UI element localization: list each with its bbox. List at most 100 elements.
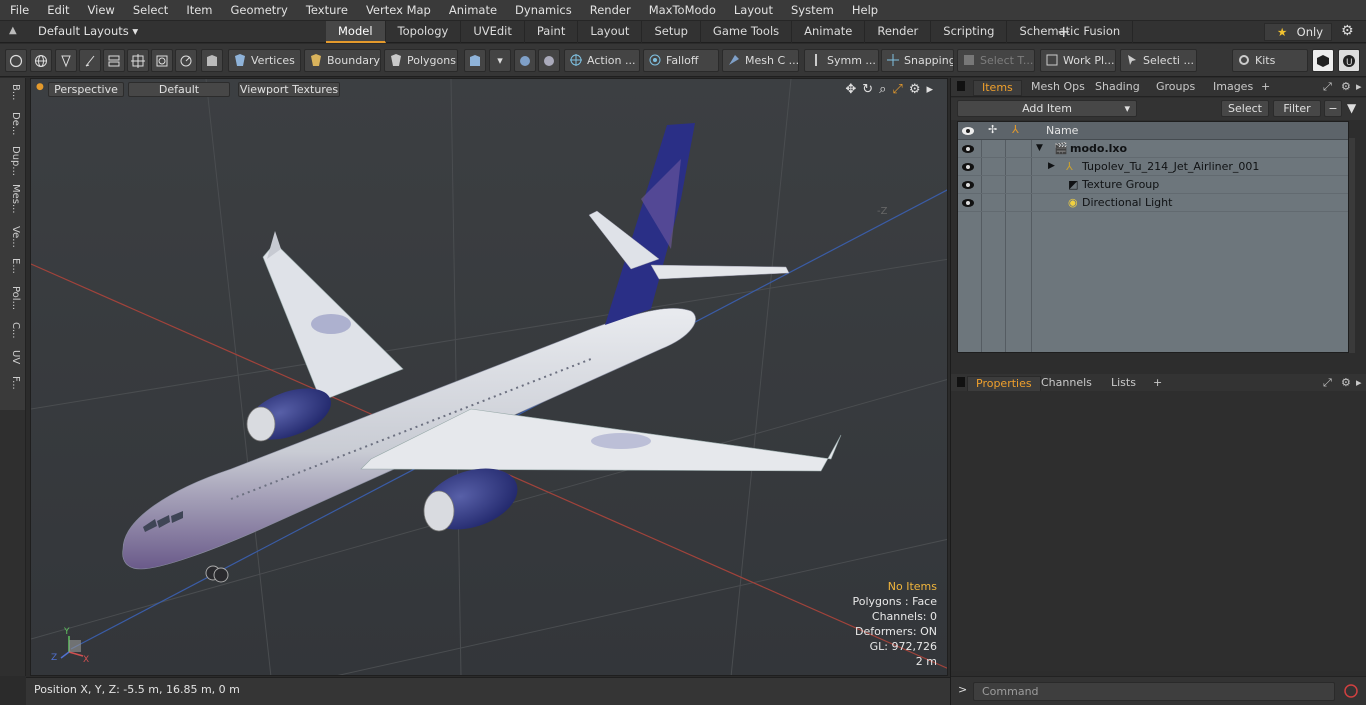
layout-up-icon[interactable]: ▲ — [9, 25, 21, 37]
filter-funnel-icon[interactable]: ▼ — [1347, 101, 1356, 115]
move-grid-icon[interactable] — [127, 49, 149, 72]
collapse-icon[interactable]: − — [1324, 100, 1342, 117]
menu-layout[interactable]: Layout — [724, 0, 781, 21]
strip-tab-fusion[interactable]: F... — [5, 376, 21, 390]
strip-tab-edge[interactable]: E... — [5, 258, 21, 274]
tab-images[interactable]: Images — [1213, 80, 1253, 93]
menu-system[interactable]: System — [781, 0, 842, 21]
brush-tool-icon[interactable] — [79, 49, 101, 72]
menu-texture[interactable]: Texture — [296, 0, 356, 21]
strip-tab-basic[interactable]: B... — [5, 84, 21, 100]
eye-icon[interactable] — [961, 179, 975, 191]
panel-gear-icon[interactable]: ⚙ — [1341, 376, 1351, 389]
tab-layout[interactable]: Layout — [578, 21, 643, 43]
globe-icon[interactable] — [30, 49, 52, 72]
tab-mesh-ops[interactable]: Mesh Ops — [1031, 80, 1085, 93]
transform-icon[interactable] — [103, 49, 125, 72]
gear-icon[interactable]: ⚙ — [1341, 23, 1354, 39]
vertices-button[interactable]: Vertices — [228, 49, 301, 72]
expand-triangle-icon[interactable]: ▶ — [1048, 158, 1055, 175]
strip-tab-vertex[interactable]: Ve... — [5, 226, 21, 248]
panel-corner-icon[interactable] — [957, 377, 965, 387]
tab-uvedit[interactable]: UVEdit — [461, 21, 525, 43]
shading-button[interactable]: Default — [128, 82, 230, 97]
menu-view[interactable]: View — [78, 0, 123, 21]
panel-menu-icon[interactable]: ▸ — [1356, 80, 1362, 93]
tab-animate[interactable]: Animate — [792, 21, 866, 43]
mesh-constraint-button[interactable]: Mesh C ... — [722, 49, 799, 72]
symmetry-button[interactable]: Symm ... — [804, 49, 879, 72]
add-tab-icon[interactable]: + — [1057, 22, 1070, 41]
select-through-button[interactable]: Select T... — [957, 49, 1035, 72]
eye-icon[interactable] — [961, 161, 975, 173]
tab-render[interactable]: Render — [865, 21, 932, 43]
strip-tab-duplicate[interactable]: Dup... — [5, 146, 21, 176]
list-item-light[interactable]: ◉ Directional Light — [958, 194, 1348, 212]
action-center-button[interactable]: Action ... — [564, 49, 640, 72]
zoom-icon[interactable]: ⌕ — [879, 82, 886, 97]
panel-menu-icon[interactable]: ▸ — [1356, 376, 1362, 389]
select-button[interactable]: Select — [1221, 100, 1269, 117]
name-column-header[interactable]: Name — [1046, 124, 1078, 137]
menu-animate[interactable]: Animate — [439, 0, 505, 21]
menu-geometry[interactable]: Geometry — [221, 0, 296, 21]
list-item-scene[interactable]: ▼ 🎬 modo.lxo — [958, 140, 1348, 158]
strip-tab-uv[interactable]: UV — [5, 350, 21, 364]
tab-lists[interactable]: Lists — [1111, 376, 1136, 389]
menu-item[interactable]: Item — [176, 0, 220, 21]
pen-tool-icon[interactable] — [55, 49, 77, 72]
falloff-button[interactable]: Falloff — [643, 49, 719, 72]
filter-button[interactable]: Filter — [1273, 100, 1321, 117]
tab-items[interactable]: Items — [973, 80, 1022, 96]
strip-tab-mesh-edit[interactable]: Mes... — [5, 184, 21, 214]
record-icon[interactable] — [1343, 683, 1359, 699]
add-panel-tab-icon[interactable]: + — [1153, 376, 1162, 389]
menu-help[interactable]: Help — [842, 0, 886, 21]
tab-model[interactable]: Model — [326, 21, 386, 43]
tab-game-tools[interactable]: Game Tools — [701, 21, 793, 43]
work-plane-button[interactable]: Work Pl... — [1040, 49, 1116, 72]
viewport-textures-button[interactable]: Viewport Textures — [238, 82, 340, 97]
strip-tab-deform[interactable]: De... — [5, 112, 21, 135]
menu-render[interactable]: Render — [580, 0, 639, 21]
viewport-settings-icon[interactable]: ⚙ — [909, 82, 921, 97]
maximize-icon[interactable]: ⤢ — [892, 82, 902, 97]
symmetry-shield-icon[interactable] — [514, 49, 536, 72]
boundary-button[interactable]: Boundary — [304, 49, 381, 72]
orbit-icon[interactable]: ↻ — [862, 82, 873, 97]
tab-paint[interactable]: Paint — [525, 21, 579, 43]
menu-select[interactable]: Select — [123, 0, 176, 21]
scale-icon[interactable] — [151, 49, 173, 72]
default-layouts-dropdown[interactable]: Default Layouts ▾ — [38, 24, 138, 38]
unreal-logo-icon[interactable]: U — [1338, 49, 1360, 72]
polygons-button[interactable]: Polygons — [384, 49, 458, 72]
tab-properties[interactable]: Properties — [967, 376, 1041, 392]
viewport-menu-arrow-icon[interactable]: ▸ — [926, 82, 933, 97]
list-item-texture-group[interactable]: ◩ Texture Group — [958, 176, 1348, 194]
strip-tab-polygon[interactable]: Pol... — [5, 286, 21, 310]
viewport-dot-icon[interactable]: ● — [36, 82, 44, 92]
only-toggle[interactable]: ★ Only — [1264, 23, 1332, 41]
snapping-button[interactable]: Snapping — [881, 49, 954, 72]
menu-vertex-map[interactable]: Vertex Map — [356, 0, 439, 21]
panel-corner-icon[interactable] — [957, 81, 965, 91]
menu-dynamics[interactable]: Dynamics — [505, 0, 580, 21]
strip-tab-curve[interactable]: C... — [5, 322, 21, 339]
pan-icon[interactable]: ✥ — [845, 82, 856, 97]
eye-icon[interactable] — [961, 197, 975, 209]
collapse-triangle-icon[interactable]: ▼ — [1036, 140, 1043, 157]
tab-topology[interactable]: Topology — [386, 21, 462, 43]
menu-maxtomodo[interactable]: MaxToModo — [639, 0, 724, 21]
menu-file[interactable]: File — [0, 0, 37, 21]
tab-groups[interactable]: Groups — [1156, 80, 1195, 93]
circle-select-icon[interactable] — [5, 49, 27, 72]
add-item-dropdown[interactable]: Add Item ▾ — [957, 100, 1137, 117]
3d-viewport[interactable]: -Z Y Z X ● Perspective Default Viewport … — [30, 78, 948, 676]
list-item-mesh[interactable]: ▶ ⅄ Tupolev_Tu_214_Jet_Airliner_001 — [958, 158, 1348, 176]
tab-channels[interactable]: Channels — [1041, 376, 1092, 389]
item-list-scrollbar[interactable] — [1349, 138, 1355, 353]
add-panel-tab-icon[interactable]: + — [1261, 80, 1270, 93]
tab-setup[interactable]: Setup — [642, 21, 701, 43]
command-input[interactable]: Command — [973, 682, 1335, 701]
eye-icon[interactable] — [961, 143, 975, 155]
